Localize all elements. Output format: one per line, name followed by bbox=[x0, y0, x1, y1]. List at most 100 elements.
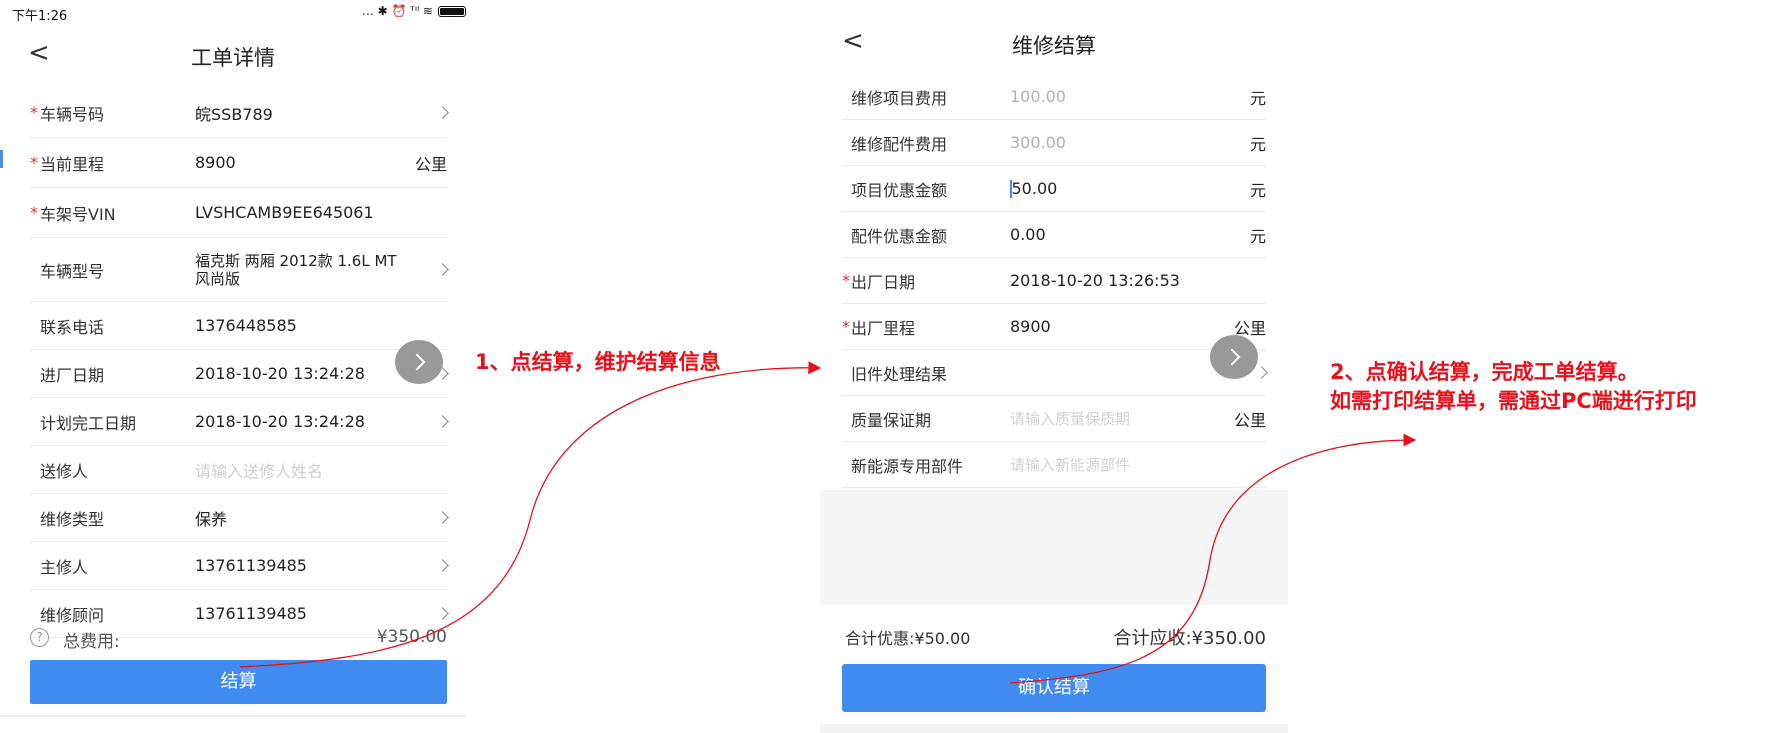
form-row: 新能源专用部件 请输入新能源部件 bbox=[842, 442, 1266, 488]
field-value[interactable]: 50.00 bbox=[1010, 179, 1057, 199]
unit-label: 元 bbox=[1249, 226, 1266, 246]
settle-button[interactable]: 结算 bbox=[30, 660, 447, 704]
next-floating-button[interactable] bbox=[1210, 335, 1258, 379]
field-label: 维修顾问 bbox=[40, 605, 105, 625]
field-label: 车架号VIN bbox=[40, 204, 116, 224]
field-value[interactable]: 福克斯 两厢 2012款 1.6L MT 风尚版 bbox=[195, 252, 397, 288]
unit-label: 元 bbox=[1249, 134, 1266, 154]
form-row: * 当前里程 8900 公里 bbox=[30, 138, 447, 188]
chevron-right-icon[interactable] bbox=[1255, 366, 1268, 379]
annotation-step2-line2: 如需打印结算单，需通过PC端进行打印 bbox=[1330, 389, 1697, 413]
required-mark: * bbox=[30, 153, 38, 172]
form-row: 配件优惠金额 0.00 元 bbox=[842, 212, 1266, 258]
field-value[interactable]: 8900 bbox=[195, 153, 236, 172]
field-value-line: 风尚版 bbox=[195, 269, 241, 288]
blank-area bbox=[820, 490, 1288, 605]
screenshot-canvas: 下午1:26 … ✱ ⏰ ᵀᴵˡ ≋ < 工单详情 * 车辆号码 皖SSB789 * 当… bbox=[0, 0, 1787, 733]
form-row[interactable]: * 车辆号码 皖SSB789 bbox=[30, 88, 449, 138]
bottom-strip bbox=[820, 724, 1288, 733]
chevron-right-icon[interactable] bbox=[436, 415, 449, 428]
field-value[interactable]: 保养 bbox=[195, 506, 227, 530]
field-label: 出厂里程 bbox=[851, 318, 916, 338]
form-row: 维修项目费用 100.00 元 bbox=[842, 74, 1266, 120]
field-value[interactable]: 300.00 bbox=[1010, 133, 1066, 152]
field-value[interactable]: 1376448585 bbox=[195, 316, 297, 335]
field-value[interactable]: 8900 bbox=[1010, 317, 1051, 336]
total-fee-label: 总费用: bbox=[63, 632, 120, 652]
field-value[interactable]: LVSHCAMB9EE645061 bbox=[195, 203, 374, 222]
field-value[interactable]: 2018-10-20 13:26:53 bbox=[1010, 271, 1180, 290]
receivable-total: 合计应收:¥350.00 bbox=[1113, 628, 1267, 649]
form-row[interactable]: 进厂日期 2018-10-20 13:24:28 bbox=[30, 350, 449, 398]
field-value[interactable]: 13761139485 bbox=[195, 556, 307, 575]
field-value[interactable]: 13761139485 bbox=[195, 604, 307, 623]
unit-label: 元 bbox=[1249, 88, 1266, 108]
field-value[interactable]: 100.00 bbox=[1010, 87, 1066, 106]
next-floating-button[interactable] bbox=[395, 340, 443, 384]
field-label: 维修配件费用 bbox=[851, 134, 948, 154]
form-row: 送修人 请输入送修人姓名 bbox=[30, 446, 447, 494]
left-edge-marker bbox=[0, 150, 3, 168]
field-value-text: 300.00 bbox=[1010, 133, 1066, 152]
required-mark: * bbox=[842, 271, 850, 290]
repair-settlement-screen: < 维修结算 维修项目费用 100.00 元维修配件费用 300.00 元项目优惠金额 5… bbox=[820, 0, 1288, 733]
field-label: 配件优惠金额 bbox=[851, 226, 948, 246]
chevron-right-icon[interactable] bbox=[436, 263, 449, 276]
status-icon-glyphs: … ✱ ⏰ ᵀᴵˡ ≋ bbox=[361, 4, 433, 18]
field-value[interactable]: 2018-10-20 13:24:28 bbox=[195, 412, 365, 431]
form-row: 维修配件费用 300.00 元 bbox=[842, 120, 1266, 166]
page-title: 工单详情 bbox=[191, 46, 275, 70]
battery-icon bbox=[438, 5, 466, 17]
field-label: 车辆型号 bbox=[40, 261, 105, 281]
form-row[interactable]: 车辆型号 福克斯 两厢 2012款 1.6L MT 风尚版 bbox=[30, 238, 449, 302]
status-time: 下午1:26 bbox=[12, 9, 68, 24]
field-label: 项目优惠金额 bbox=[851, 180, 948, 200]
unit-label: 公里 bbox=[414, 154, 447, 174]
form-row[interactable]: 计划完工日期 2018-10-20 13:24:28 bbox=[30, 398, 449, 446]
status-bar-clipped bbox=[820, 0, 1288, 6]
bottom-divider bbox=[0, 715, 466, 717]
field-label: 维修类型 bbox=[40, 509, 105, 529]
field-value[interactable]: 0.00 bbox=[1010, 225, 1046, 244]
field-label: 质量保证期 bbox=[851, 410, 932, 430]
field-input[interactable]: 请输入送修人姓名 bbox=[195, 458, 323, 482]
field-input[interactable]: 请输入新能源部件 bbox=[1010, 454, 1130, 475]
field-label: 新能源专用部件 bbox=[851, 456, 964, 476]
field-label: 计划完工日期 bbox=[40, 413, 137, 433]
field-value-text: 0.00 bbox=[1010, 225, 1046, 244]
unit-label: 元 bbox=[1249, 180, 1266, 200]
field-label: 出厂日期 bbox=[851, 272, 916, 292]
settlement-form: 维修项目费用 100.00 元维修配件费用 300.00 元项目优惠金额 50.00 元配件… bbox=[842, 74, 1268, 488]
chevron-right-icon[interactable] bbox=[436, 559, 449, 572]
unit-label: 公里 bbox=[1233, 410, 1266, 430]
form-row[interactable]: 维修类型 保养 bbox=[30, 494, 449, 542]
total-fee-value: ¥350.00 bbox=[376, 627, 447, 647]
field-value[interactable]: 2018-10-20 13:24:28 bbox=[195, 364, 365, 383]
annotation-step2-line1: 2、点确认结算，完成工单结算。 bbox=[1330, 360, 1639, 384]
form-row: * 出厂里程 8900 公里 bbox=[842, 304, 1266, 350]
form-row[interactable]: 主修人 13761139485 bbox=[30, 542, 449, 590]
annotation-step1: 1、点结算，维护结算信息 bbox=[475, 350, 721, 374]
field-value-line: 福克斯 两厢 2012款 1.6L MT bbox=[195, 251, 397, 270]
field-value-text: 2018-10-20 13:26:53 bbox=[1010, 271, 1180, 290]
page-title: 维修结算 bbox=[1012, 34, 1096, 58]
field-label: 维修项目费用 bbox=[851, 88, 948, 108]
question-icon[interactable]: ? bbox=[30, 628, 49, 647]
settlement-totals: 合计优惠:¥50.00 合计应收:¥350.00 bbox=[842, 622, 1267, 649]
field-label: 送修人 bbox=[40, 461, 89, 481]
chevron-right-icon[interactable] bbox=[436, 106, 449, 119]
chevron-right-icon[interactable] bbox=[436, 511, 449, 524]
form-row[interactable]: 旧件处理结果 bbox=[842, 350, 1268, 396]
field-value[interactable]: 皖SSB789 bbox=[195, 101, 273, 125]
field-value-text: 8900 bbox=[1010, 317, 1051, 336]
total-fee-bar: ? 总费用: ¥350.00 bbox=[30, 627, 447, 652]
confirm-settle-button[interactable]: 确认结算 bbox=[842, 664, 1266, 712]
required-mark: * bbox=[842, 317, 850, 336]
chevron-right-icon[interactable] bbox=[436, 607, 449, 620]
status-bar: 下午1:26 … ✱ ⏰ ᵀᴵˡ ≋ bbox=[0, 0, 466, 26]
form-row: 项目优惠金额 50.00 元 bbox=[842, 166, 1266, 212]
nav-bar: < 维修结算 bbox=[820, 22, 1288, 66]
field-label: 当前里程 bbox=[40, 154, 105, 174]
field-input[interactable]: 请输入质量保质期 bbox=[1010, 408, 1130, 429]
field-value-text: 100.00 bbox=[1010, 87, 1066, 106]
